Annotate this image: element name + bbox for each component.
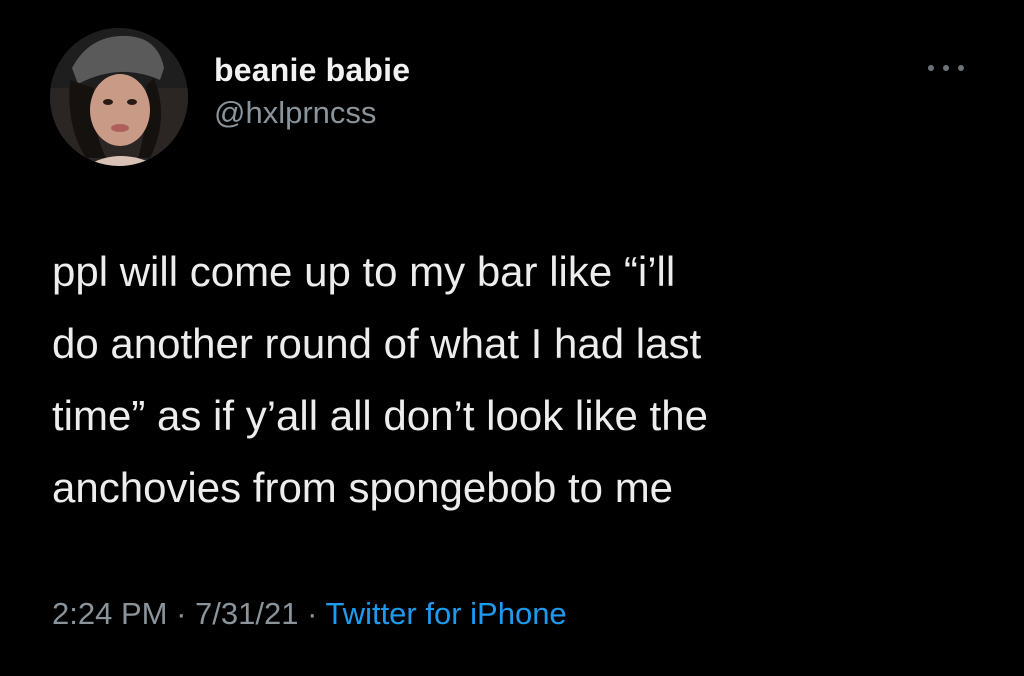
display-name[interactable]: beanie babie — [214, 50, 410, 90]
tweet-text-line: time” as if y’all all don’t look like th… — [52, 392, 708, 439]
avatar-photo-icon — [50, 28, 188, 166]
meta-separator: · — [167, 596, 196, 631]
tweet-source-link[interactable]: Twitter for iPhone — [325, 596, 566, 631]
user-handle[interactable]: @hxlprncss — [214, 92, 410, 134]
tweet-metadata: 2:24 PM · 7/31/21 · Twitter for iPhone — [52, 592, 567, 636]
more-dot-icon — [928, 65, 934, 71]
tweet-text-line: ppl will come up to my bar like “i’ll — [52, 248, 676, 295]
more-options-button[interactable] — [928, 56, 964, 80]
avatar[interactable] — [50, 28, 188, 166]
tweet-date[interactable]: 7/31/21 — [195, 596, 298, 631]
more-dot-icon — [958, 65, 964, 71]
tweet-card: beanie babie @hxlprncss ppl will come up… — [0, 0, 1024, 676]
user-info: beanie babie @hxlprncss — [214, 50, 410, 134]
tweet-text: ppl will come up to my bar like “i’ll do… — [52, 236, 992, 524]
tweet-text-line: do another round of what I had last — [52, 320, 702, 367]
tweet-text-line: anchovies from spongebob to me — [52, 464, 674, 511]
meta-separator: · — [298, 596, 326, 631]
tweet-time[interactable]: 2:24 PM — [52, 596, 167, 631]
more-dot-icon — [943, 65, 949, 71]
